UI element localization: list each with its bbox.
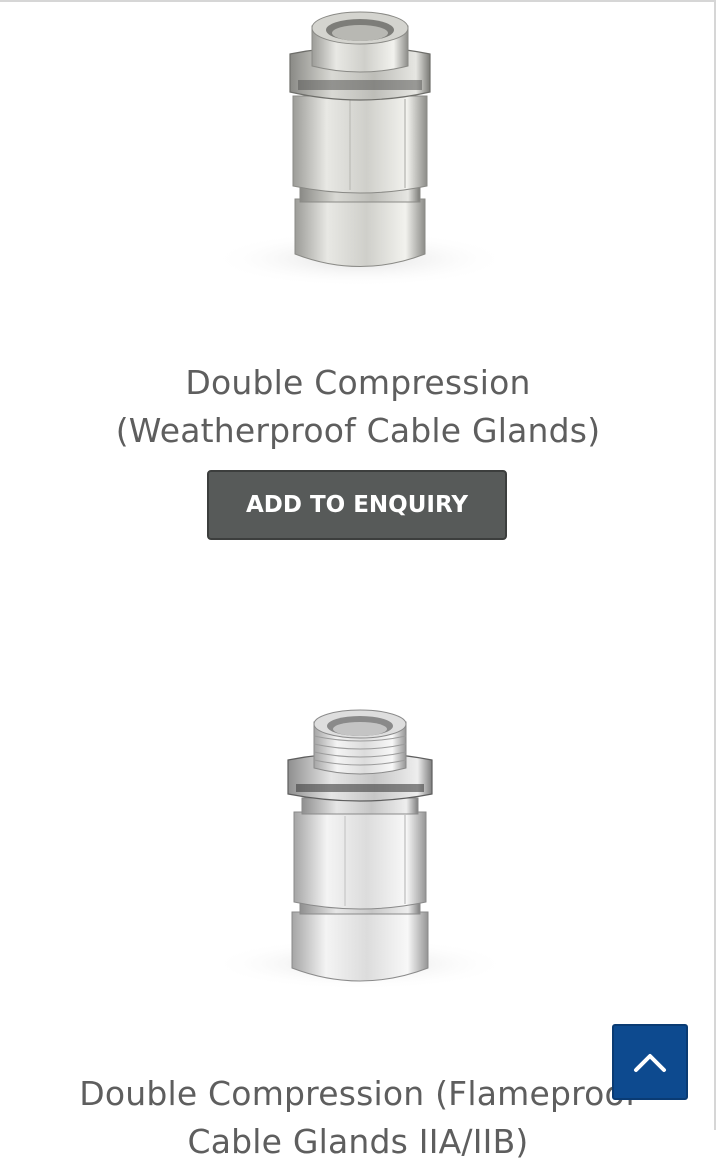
product-title[interactable]: Double Compression (Weatherproof Cable G… xyxy=(0,359,716,455)
product-title-line2: Cable Glands IIA/IIB) xyxy=(187,1122,529,1161)
product-list: Double Compression (Weatherproof Cable G… xyxy=(0,0,716,1161)
cable-gland-image xyxy=(210,11,510,287)
cable-gland-image xyxy=(210,709,510,990)
back-to-top-button[interactable] xyxy=(612,1024,688,1100)
chevron-up-icon xyxy=(634,1054,666,1072)
product-title-line1: Double Compression xyxy=(185,363,531,402)
product-title-line1: Double Compression (Flameproof xyxy=(79,1074,637,1113)
product-image[interactable] xyxy=(200,702,520,1002)
add-to-enquiry-button[interactable]: ADD TO ENQUIRY xyxy=(207,470,507,540)
product-image[interactable] xyxy=(200,4,520,304)
product-title-line2: (Weatherproof Cable Glands) xyxy=(115,411,601,450)
product-title[interactable]: Double Compression (Flameproof Cable Gla… xyxy=(0,1070,716,1166)
